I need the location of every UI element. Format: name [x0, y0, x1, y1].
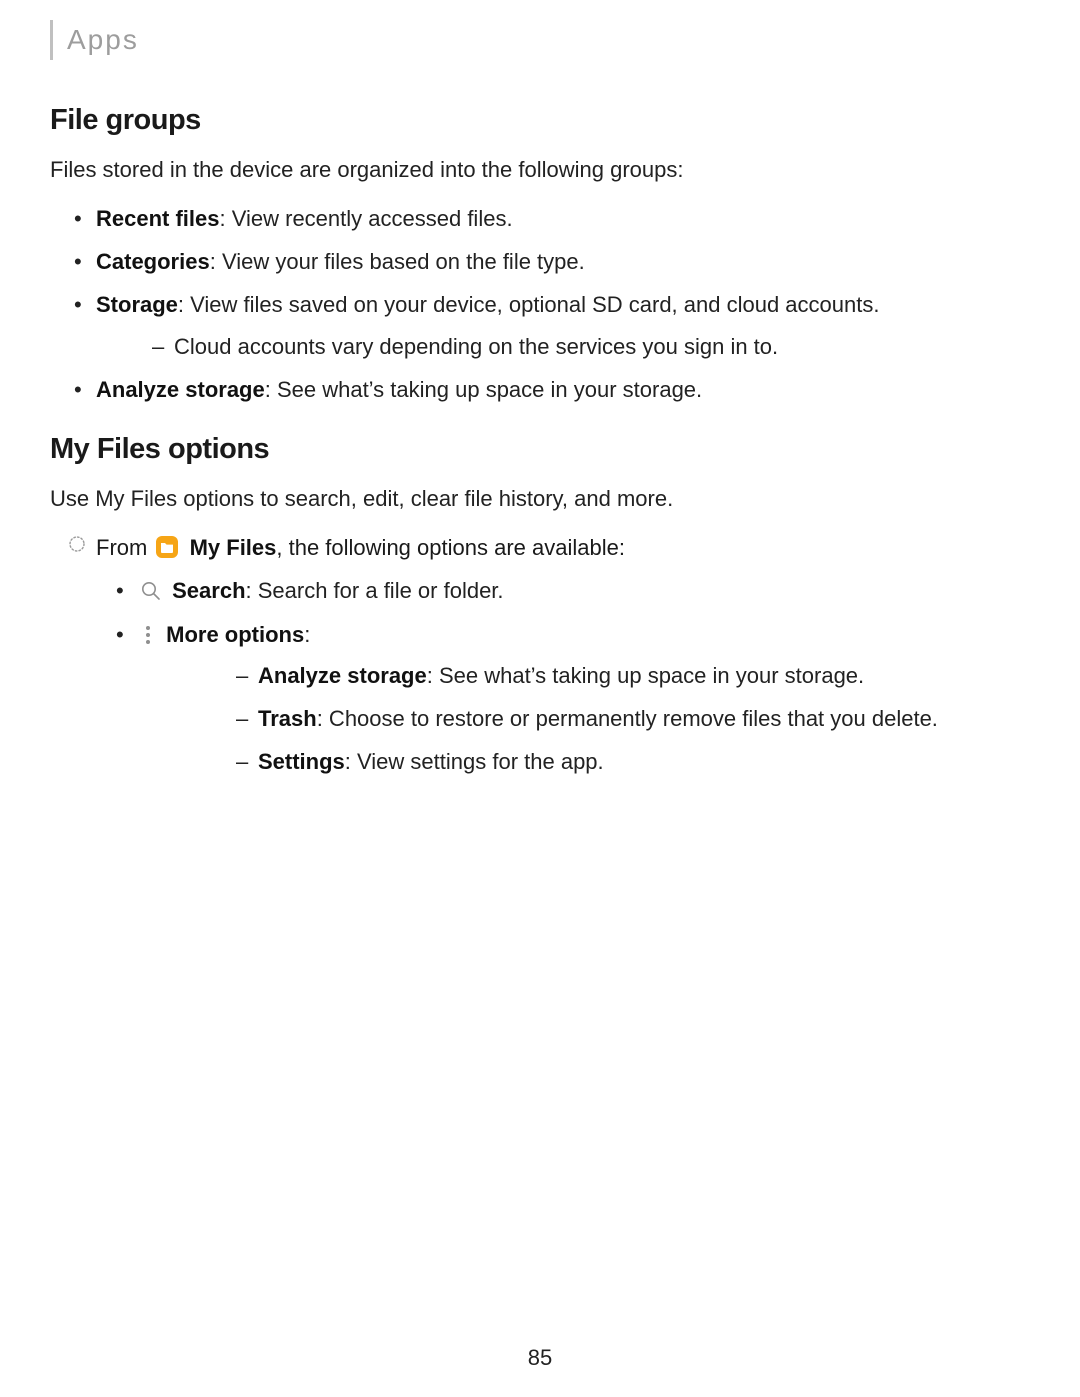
page-number: 85: [0, 1345, 1080, 1371]
item-text: : See what’s taking up space in your sto…: [427, 663, 864, 688]
item-text: : View your files based on the file type…: [210, 249, 585, 274]
section2-intro: Use My Files options to search, edit, cl…: [50, 482, 1020, 516]
item-label: Analyze storage: [258, 663, 427, 688]
item-text: : View files saved on your device, optio…: [178, 292, 880, 317]
file-groups-list: Recent files: View recently accessed fil…: [50, 201, 1020, 407]
item-label: Trash: [258, 706, 317, 731]
item-label: Analyze storage: [96, 377, 265, 402]
dotted-circle-icon: [68, 535, 86, 553]
section-title-file-groups: File groups: [50, 104, 1020, 137]
options-list: Search: Search for a file or folder. Mor…: [92, 573, 1020, 779]
item-text: :: [304, 622, 310, 647]
item-label: Recent files: [96, 206, 220, 231]
breadcrumb-label: Apps: [67, 24, 139, 56]
item-label: Categories: [96, 249, 210, 274]
storage-sublist: Cloud accounts vary depending on the ser…: [96, 329, 1020, 364]
lead-app-name: My Files: [190, 535, 277, 560]
breadcrumb: Apps: [50, 20, 1020, 60]
list-item: More options: Analyze storage: See what’…: [92, 617, 1020, 780]
list-item: Trash: Choose to restore or permanently …: [180, 701, 1020, 736]
item-label: Storage: [96, 292, 178, 317]
list-item: Analyze storage: See what’s taking up sp…: [50, 372, 1020, 407]
list-item: Recent files: View recently accessed fil…: [50, 201, 1020, 236]
item-text: : Search for a file or folder.: [246, 578, 504, 603]
list-item: Search: Search for a file or folder.: [92, 573, 1020, 608]
list-item: Categories: View your files based on the…: [50, 244, 1020, 279]
item-text: : View recently accessed files.: [220, 206, 513, 231]
item-label: Settings: [258, 749, 345, 774]
item-text: : See what’s taking up space in your sto…: [265, 377, 702, 402]
header-rule-icon: [50, 20, 53, 60]
item-text: : View settings for the app.: [345, 749, 604, 774]
list-item: Analyze storage: See what’s taking up sp…: [180, 658, 1020, 693]
lead-suffix: , the following options are available:: [276, 535, 625, 560]
more-options-icon: [140, 624, 156, 646]
section-title-my-files-options: My Files options: [50, 433, 1020, 466]
item-label: More options: [166, 622, 304, 647]
my-files-icon: [155, 535, 179, 559]
item-label: Search: [172, 578, 245, 603]
section2-lead: From My Files, the following options are…: [50, 530, 1020, 565]
item-text: : Choose to restore or permanently remov…: [317, 706, 938, 731]
lead-prefix: From: [96, 535, 153, 560]
list-item: Cloud accounts vary depending on the ser…: [96, 329, 1020, 364]
section1-intro: Files stored in the device are organized…: [50, 153, 1020, 187]
list-item: Storage: View files saved on your device…: [50, 287, 1020, 363]
search-icon: [140, 580, 162, 602]
more-options-sublist: Analyze storage: See what’s taking up sp…: [180, 658, 1020, 780]
list-item: Settings: View settings for the app.: [180, 744, 1020, 779]
